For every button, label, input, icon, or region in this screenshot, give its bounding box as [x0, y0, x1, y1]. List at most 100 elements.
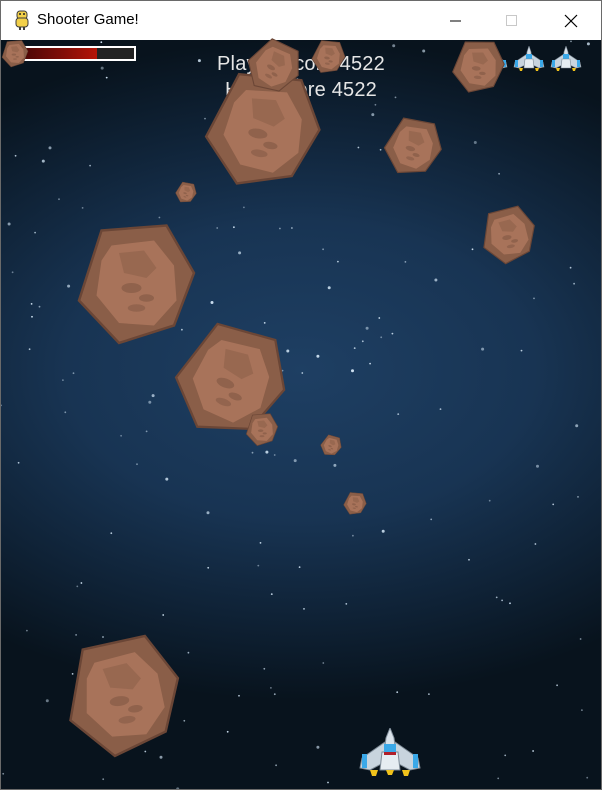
life-ship-icon — [513, 46, 545, 71]
star — [501, 599, 503, 602]
star — [279, 227, 281, 230]
star — [536, 464, 539, 468]
star — [351, 369, 354, 373]
star — [1, 404, 2, 407]
star — [238, 694, 240, 697]
star — [357, 146, 360, 149]
star — [11, 271, 14, 274]
star — [58, 198, 60, 201]
star — [291, 227, 293, 229]
asteroid — [483, 205, 535, 265]
star — [392, 44, 396, 48]
star — [76, 585, 79, 588]
star — [581, 709, 583, 711]
star — [81, 207, 84, 209]
star — [273, 693, 276, 696]
star — [381, 529, 385, 533]
star — [243, 206, 245, 209]
star — [17, 461, 20, 464]
star — [468, 558, 470, 561]
star — [120, 434, 122, 437]
star — [207, 566, 210, 569]
star — [7, 222, 11, 226]
star — [2, 772, 5, 775]
star — [67, 284, 71, 288]
game-window: Shooter Game! Player Score 4522 High Sco… — [0, 0, 602, 790]
star — [391, 332, 394, 335]
star — [165, 477, 169, 481]
asteroid — [1, 40, 29, 68]
life-ship-icon — [550, 46, 582, 71]
star — [498, 172, 500, 175]
star — [428, 693, 430, 695]
star — [110, 532, 113, 535]
star — [301, 372, 304, 374]
star — [579, 638, 582, 640]
star — [298, 566, 301, 568]
star — [259, 542, 262, 544]
star — [273, 454, 276, 456]
close-button[interactable] — [548, 1, 594, 40]
star — [216, 227, 219, 229]
star — [151, 394, 155, 398]
star — [64, 411, 67, 414]
star — [586, 776, 589, 779]
star — [353, 347, 356, 349]
star — [275, 764, 277, 767]
close-icon — [564, 14, 578, 27]
star — [577, 496, 579, 498]
star — [488, 499, 491, 502]
star — [333, 463, 337, 467]
star — [316, 354, 320, 358]
star — [270, 687, 272, 689]
star — [102, 636, 104, 638]
star — [345, 603, 348, 605]
star — [48, 146, 52, 150]
star — [569, 266, 572, 269]
star — [263, 322, 266, 324]
star — [552, 503, 555, 506]
player-ship — [359, 728, 421, 776]
star — [233, 226, 235, 229]
star — [586, 42, 590, 46]
star — [45, 699, 49, 703]
star — [34, 231, 36, 234]
star — [30, 303, 33, 305]
star — [303, 608, 305, 610]
star — [532, 750, 534, 752]
star — [158, 216, 161, 219]
star — [38, 305, 41, 308]
star — [361, 340, 364, 343]
maximize-button[interactable] — [489, 1, 535, 40]
star — [378, 317, 381, 319]
star — [159, 755, 163, 759]
star — [14, 154, 17, 157]
star — [80, 582, 83, 584]
star — [374, 103, 377, 106]
star — [481, 347, 485, 351]
star — [556, 684, 558, 687]
star — [534, 543, 537, 545]
star — [471, 248, 474, 251]
star — [439, 408, 442, 410]
minimize-button[interactable] — [433, 1, 479, 40]
star — [102, 778, 105, 781]
asteroid — [311, 40, 346, 73]
asteroid — [343, 492, 367, 515]
star — [533, 297, 535, 300]
maximize-icon — [506, 14, 517, 26]
star — [371, 113, 375, 117]
title-bar[interactable]: Shooter Game! — [1, 1, 601, 40]
star — [270, 593, 273, 595]
star — [365, 326, 369, 330]
minimize-icon — [450, 20, 461, 21]
star — [573, 282, 575, 285]
star — [322, 248, 324, 251]
star — [316, 745, 320, 749]
star — [31, 315, 33, 318]
star — [327, 781, 329, 784]
game-canvas[interactable]: Player Score 4522 High Score 4522 — [1, 38, 601, 789]
asteroid — [77, 224, 196, 345]
star — [162, 614, 165, 616]
star — [575, 424, 579, 428]
